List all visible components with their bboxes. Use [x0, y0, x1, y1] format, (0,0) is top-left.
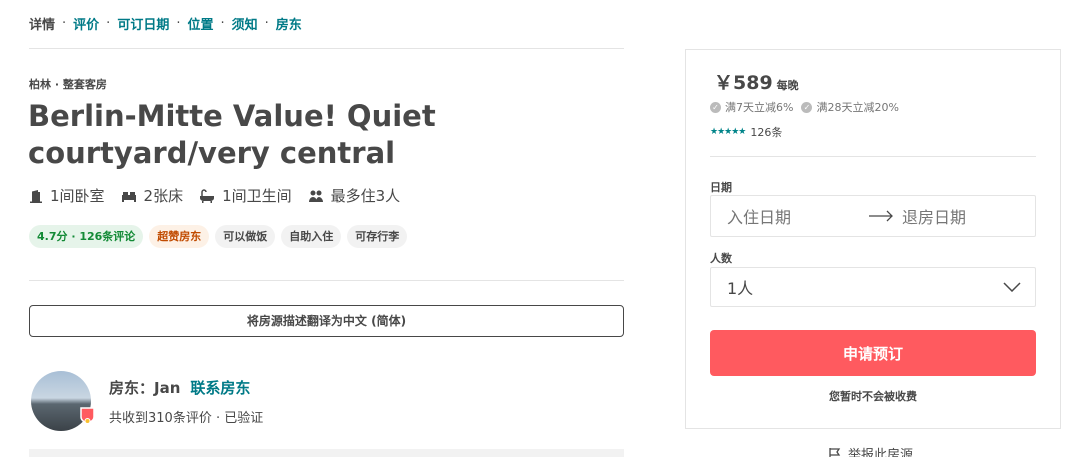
checkin-field[interactable]: 入住日期: [727, 204, 862, 228]
discount-label: 满28天立减20%: [816, 101, 899, 114]
section-background: [29, 449, 624, 457]
host-name: Jan: [154, 379, 181, 397]
weekly-discount: ✓ 满7天立减6%: [710, 99, 793, 115]
guests-select[interactable]: 1人: [710, 267, 1036, 307]
nav-item-host[interactable]: 房东: [276, 14, 302, 33]
amenity-list: 1间卧室 2张床 1间卫生间 最多住3人: [29, 185, 416, 206]
translate-button[interactable]: 将房源描述翻译为中文 (简体): [29, 305, 624, 337]
door-icon: [30, 189, 42, 203]
flag-icon: [829, 447, 841, 457]
chevron-down-icon: [1003, 282, 1021, 292]
check-icon: ✓: [710, 101, 721, 113]
bed-icon: [121, 191, 136, 202]
nav-separator: ·: [62, 15, 67, 31]
amenity-beds: 2张床: [121, 185, 184, 206]
divider: [29, 280, 624, 281]
checkout-field[interactable]: 退房日期: [902, 204, 966, 228]
amenity-label: 1间卫生间: [222, 187, 292, 205]
report-label: 举报此房源: [848, 448, 914, 457]
rating-tag: 4.7分 · 126条评论: [29, 225, 144, 248]
breadcrumb: 柏林 · 整套客房: [29, 78, 107, 91]
review-count: 126条: [750, 126, 783, 139]
kitchen-tag: 可以做饭: [215, 225, 276, 248]
host-stats: 共收到310条评价 · 已验证: [109, 411, 264, 426]
nav-item-details[interactable]: 详情: [29, 14, 55, 33]
nav-separator: ·: [176, 15, 181, 31]
superhost-tag: 超赞房东: [149, 225, 210, 248]
date-picker: 入住日期 退房日期: [710, 195, 1036, 237]
no-charge-note: 您暂时不会被收费: [829, 390, 917, 403]
host-heading: 房东：Jan 联系房东: [109, 377, 250, 398]
amenity-label: 2张床: [143, 187, 184, 205]
star-rating-icon: ★★★★★: [710, 127, 746, 137]
nav-separator: ·: [264, 15, 269, 31]
nav-item-reviews[interactable]: 评价: [73, 14, 99, 33]
host-prefix: 房东：: [109, 379, 155, 397]
guests-value: 1人: [727, 279, 754, 298]
luggage-tag: 可存行李: [347, 225, 408, 248]
self-checkin-tag: 自助入住: [281, 225, 342, 248]
amenity-label: 1间卧室: [50, 187, 105, 205]
check-icon: ✓: [801, 101, 813, 113]
discount-list: ✓ 满7天立减6% ✓ 满28天立减20%: [710, 99, 907, 115]
price-amount: ￥589: [714, 72, 773, 94]
amenity-bathrooms: 1间卫生间: [199, 185, 292, 206]
guests-label: 人数: [710, 252, 732, 265]
report-listing-link[interactable]: 举报此房源: [828, 444, 913, 457]
divider: [710, 156, 1036, 157]
tag-list: 4.7分 · 126条评论 超赞房东 可以做饭 自助入住 可存行李: [29, 225, 413, 248]
superhost-badge-icon: [80, 407, 95, 424]
guests-icon: [308, 190, 323, 202]
monthly-discount: ✓ 满28天立减20%: [801, 99, 899, 115]
divider: [29, 48, 624, 49]
dates-label: 日期: [710, 181, 732, 194]
bathtub-icon: [200, 188, 215, 203]
arrow-right-icon: [862, 210, 900, 222]
section-nav: 详情 · 评价 · 可订日期 · 位置 · 须知 · 房东: [29, 14, 302, 33]
rating-summary[interactable]: ★★★★★ 126条: [710, 124, 782, 140]
listing-title: Berlin-Mitte Value! Quiet courtyard/very…: [28, 99, 436, 170]
amenity-bedrooms: 1间卧室: [29, 185, 105, 206]
price: ￥589 每晚: [714, 68, 799, 95]
nav-separator: ·: [220, 15, 225, 31]
nav-item-rules[interactable]: 须知: [232, 14, 258, 33]
discount-label: 满7天立减6%: [725, 101, 794, 114]
nav-separator: ·: [106, 15, 111, 31]
amenity-label: 最多住3人: [330, 187, 401, 205]
nav-item-availability[interactable]: 可订日期: [117, 14, 169, 33]
nav-item-location[interactable]: 位置: [187, 14, 213, 33]
booking-panel: ￥589 每晚 ✓ 满7天立减6% ✓ 满28天立减20% ★★★★★ 126条 日期…: [685, 49, 1061, 429]
price-unit: 每晚: [776, 79, 799, 92]
amenity-guests: 最多住3人: [308, 185, 401, 206]
request-book-button[interactable]: 申请预订: [710, 330, 1036, 376]
contact-host-link[interactable]: 联系房东: [190, 379, 250, 397]
